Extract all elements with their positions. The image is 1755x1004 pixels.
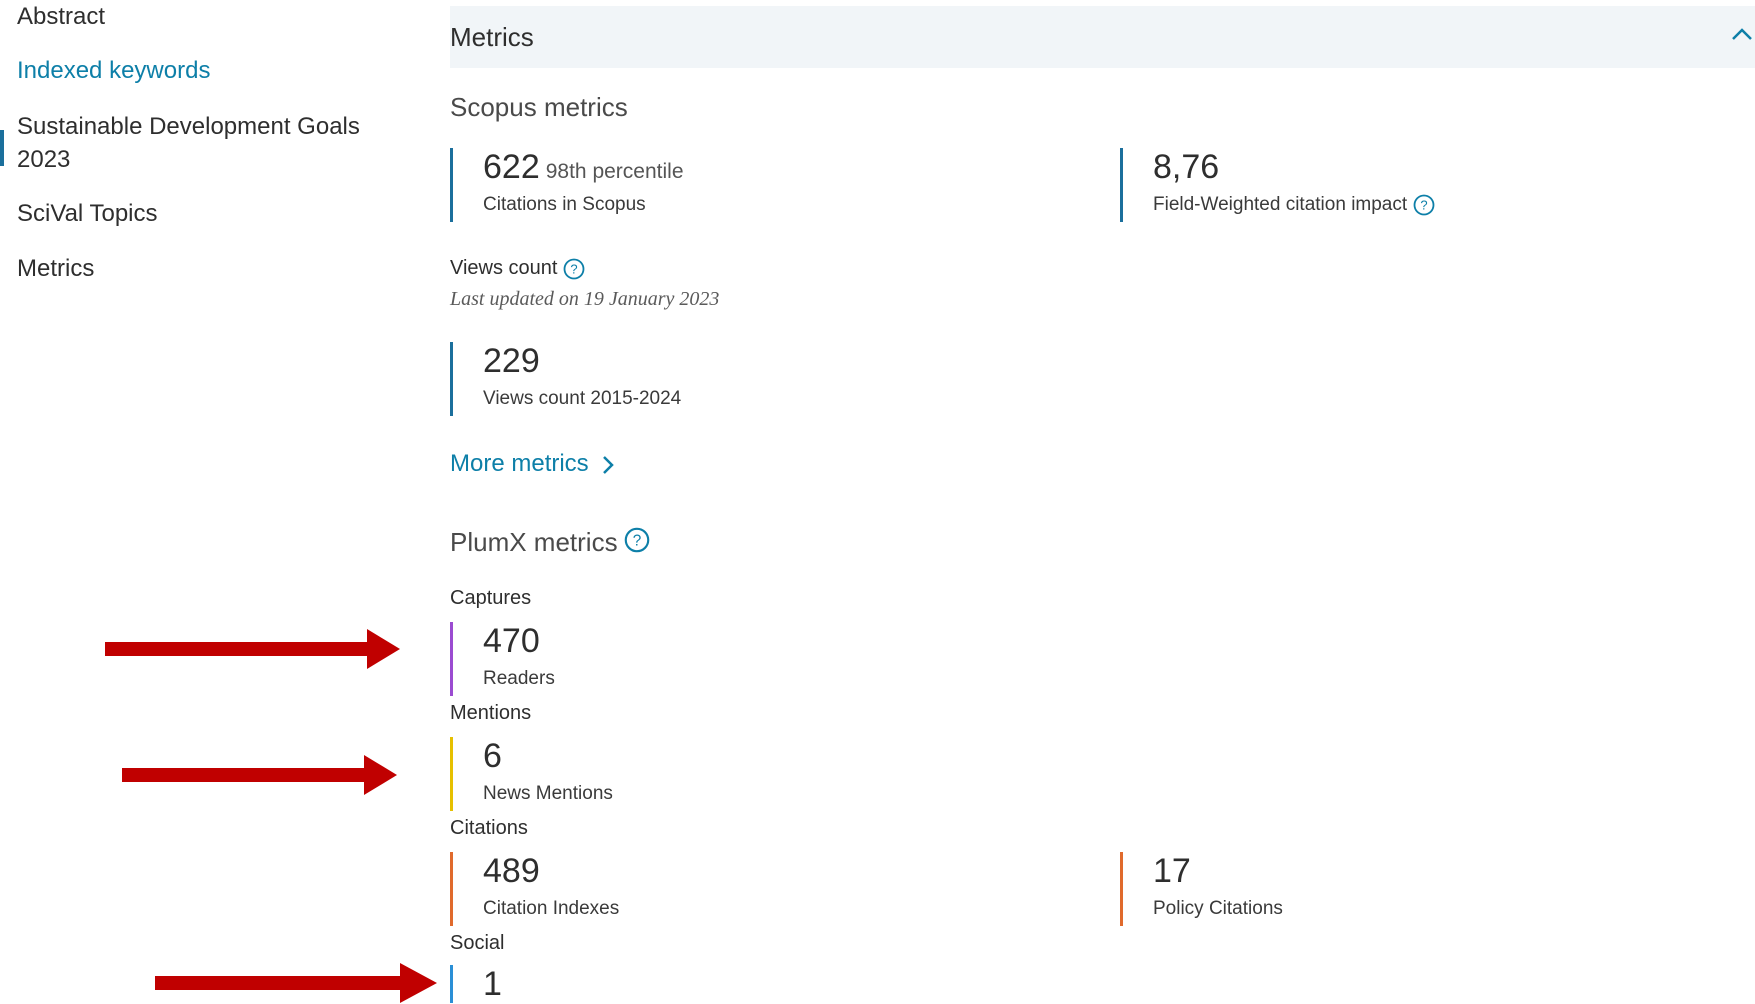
readers-metric: 470 Readers — [450, 622, 555, 696]
citation-indexes-label: Citation Indexes — [483, 898, 620, 919]
plumx-metrics-heading: PlumX metrics — [450, 527, 618, 557]
sidebar-item-scival-topics[interactable]: SciVal Topics — [17, 197, 158, 230]
views-count-title: Views count — [450, 257, 558, 279]
section-title: Metrics — [450, 22, 534, 52]
readers-value: 470 — [483, 622, 540, 660]
social-value: 1 — [483, 965, 502, 1003]
help-circle-icon[interactable]: ? — [624, 527, 650, 553]
citations-title: Citations — [450, 817, 528, 839]
red-arrow-icon — [105, 629, 400, 669]
views-value: 229 — [483, 342, 540, 380]
svg-text:?: ? — [1421, 198, 1428, 213]
news-mentions-label: News Mentions — [483, 783, 613, 804]
more-metrics-link[interactable]: More metrics — [450, 450, 615, 478]
fwci-label: Field-Weighted citation impact — [1153, 194, 1408, 216]
news-mentions-value: 6 — [483, 737, 502, 775]
sidebar: Abstract Indexed keywords Sustainable De… — [0, 0, 437, 1003]
citations-count: 622 — [483, 148, 540, 186]
citations-metric: 622 98th percentile Citations in Scopus — [450, 148, 684, 222]
citation-indexes-metric: 489 Citation Indexes — [450, 852, 619, 926]
scopus-metrics-heading: Scopus metrics — [450, 92, 628, 122]
citations-label: Citations in Scopus — [483, 194, 646, 215]
chevron-up-icon[interactable] — [1729, 22, 1755, 48]
sidebar-item-metrics[interactable]: Metrics — [17, 252, 94, 285]
policy-citations-label: Policy Citations — [1153, 898, 1283, 919]
policy-citations-metric: 17 Policy Citations — [1120, 852, 1283, 926]
metrics-panel: Metrics Scopus metrics 622 98th percentil… — [450, 0, 1755, 1003]
sidebar-item-abstract[interactable]: Abstract — [17, 0, 105, 33]
social-metric: 1 — [450, 965, 502, 1003]
citations-percentile: 98th percentile — [545, 160, 684, 183]
social-title: Social — [450, 932, 505, 954]
more-metrics-label: More metrics — [450, 450, 589, 477]
captures-title: Captures — [450, 587, 532, 609]
views-label: Views count 2015-2024 — [483, 388, 682, 409]
plumx-heading-row: PlumX metrics? — [450, 527, 650, 558]
help-circle-icon[interactable]: ? — [1413, 194, 1435, 216]
sidebar-item-sdg[interactable]: Sustainable Development Goals — [17, 110, 360, 143]
news-mentions-metric: 6 News Mentions — [450, 737, 613, 811]
sidebar-active-marker — [0, 130, 4, 166]
readers-label: Readers — [483, 668, 555, 689]
fwci-metric: 8,76 Field-Weighted citation impact? — [1120, 148, 1435, 222]
red-arrow-icon — [122, 755, 397, 795]
policy-citations-value: 17 — [1153, 852, 1191, 890]
svg-text:?: ? — [632, 532, 641, 549]
citation-indexes-value: 489 — [483, 852, 540, 890]
red-arrow-icon — [155, 963, 437, 1003]
views-metric: 229 Views count 2015-2024 — [450, 342, 681, 416]
fwci-value: 8,76 — [1153, 148, 1220, 186]
views-count-title-row: Views count? — [450, 257, 585, 280]
sidebar-item-sdg-year[interactable]: 2023 — [17, 143, 70, 176]
sidebar-item-indexed-keywords[interactable]: Indexed keywords — [17, 54, 210, 87]
mentions-title: Mentions — [450, 702, 532, 724]
views-last-updated: Last updated on 19 January 2023 — [450, 288, 720, 310]
metrics-section-header[interactable]: Metrics — [450, 6, 1755, 68]
svg-text:?: ? — [571, 261, 578, 276]
chevron-right-icon — [602, 455, 614, 474]
help-circle-icon[interactable]: ? — [563, 258, 585, 280]
